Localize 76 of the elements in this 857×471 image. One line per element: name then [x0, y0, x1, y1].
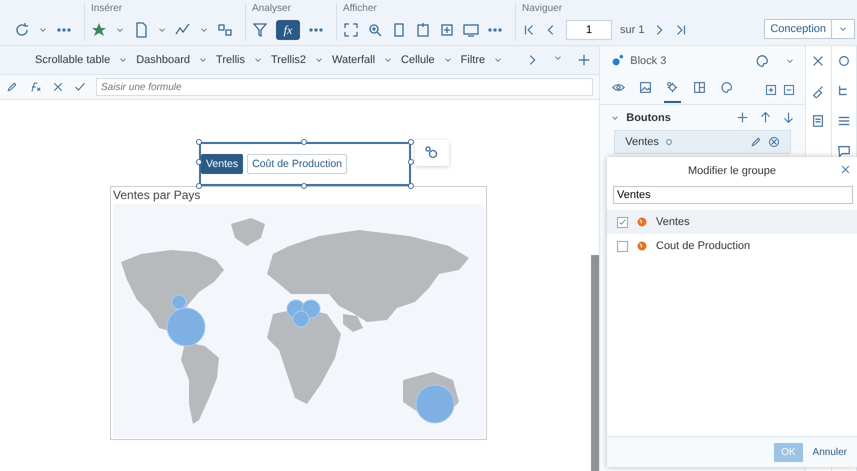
monitor-icon[interactable] — [463, 22, 479, 38]
checkbox[interactable] — [617, 216, 628, 228]
eye-icon — [612, 81, 626, 94]
group-label: Insérer — [91, 3, 124, 15]
map-title: Ventes par Pays — [112, 187, 202, 204]
remove-icon[interactable] — [768, 136, 780, 148]
mode-button[interactable]: Conception — [764, 19, 832, 39]
bubble-marker — [292, 310, 310, 328]
measure-button[interactable]: Coût de Production — [247, 154, 348, 174]
resize-handle[interactable] — [196, 139, 202, 145]
add-icon[interactable] — [736, 111, 749, 124]
check-icon[interactable] — [74, 81, 86, 93]
pencil-icon[interactable] — [6, 81, 18, 93]
search-field[interactable]: Ventes — [613, 186, 853, 204]
report-tab[interactable]: Waterfall — [332, 54, 376, 66]
formula-field[interactable]: Saisir une formule — [96, 78, 594, 96]
report-tab[interactable]: Trellis2 — [270, 54, 306, 66]
report-tab[interactable]: Dashboard — [136, 54, 190, 66]
down-arrow-icon[interactable] — [782, 111, 795, 124]
group-label: Naviguer — [522, 3, 564, 15]
refresh-icon[interactable] — [14, 22, 30, 38]
report-tab[interactable]: Scrollable table — [35, 54, 110, 66]
page-total: sur 1 — [620, 24, 644, 36]
pencil-icon[interactable] — [750, 136, 762, 148]
bubble-marker — [302, 300, 320, 318]
check-icon — [618, 218, 627, 226]
layout-icon — [693, 81, 706, 94]
gear-icon — [666, 81, 680, 94]
measure-button[interactable]: Ventes — [201, 154, 244, 174]
formula-toggle-button[interactable]: fx — [276, 20, 300, 40]
expand-all-icon[interactable] — [765, 84, 777, 96]
image-icon — [639, 81, 652, 94]
settings-button[interactable] — [415, 140, 449, 166]
page-add-icon[interactable] — [415, 22, 431, 38]
section-title: Boutons — [626, 112, 671, 124]
report-tab[interactable]: Cellule — [401, 54, 435, 66]
list-icon[interactable] — [836, 114, 851, 128]
insert-icon[interactable] — [439, 22, 455, 38]
filter-icon[interactable] — [252, 22, 268, 38]
zoom-icon[interactable] — [367, 22, 383, 38]
landmass-shape — [231, 218, 265, 246]
comment-icon[interactable] — [836, 144, 851, 158]
expand-icon[interactable] — [343, 22, 359, 38]
add-icon[interactable] — [577, 53, 592, 67]
page-field[interactable]: 1 — [566, 20, 612, 40]
star-icon[interactable] — [91, 22, 107, 38]
resize-handle[interactable] — [408, 183, 414, 189]
cells-icon[interactable] — [217, 22, 233, 38]
resize-handle[interactable] — [196, 183, 202, 189]
resize-handle[interactable] — [301, 183, 307, 189]
group-name: Ventes — [625, 136, 659, 148]
panel-title: Block 3 — [630, 55, 666, 67]
option-label: Cout de Production — [656, 240, 750, 252]
group-item[interactable]: Ventes — [614, 130, 791, 154]
report-tab[interactable]: Trellis — [216, 54, 245, 66]
checkbox[interactable] — [617, 240, 628, 252]
close-icon[interactable] — [52, 81, 64, 93]
cancel-button[interactable]: Annuler — [812, 446, 847, 458]
dialog-title: Modifier le groupe — [688, 164, 776, 176]
palette-icon — [720, 81, 734, 94]
notes-icon[interactable] — [811, 114, 826, 128]
option-label: Ventes — [656, 216, 690, 228]
report-tab[interactable]: Filtre — [460, 54, 486, 66]
group-label: Afficher — [343, 3, 378, 15]
resize-handle[interactable] — [196, 159, 202, 165]
bubble-marker — [416, 384, 454, 424]
scrollbar[interactable] — [591, 255, 600, 471]
collapse-all-icon[interactable] — [783, 84, 795, 96]
resize-handle[interactable] — [301, 139, 307, 145]
palette-icon[interactable] — [755, 54, 769, 68]
brush-icon[interactable] — [811, 84, 826, 98]
up-arrow-icon[interactable] — [759, 111, 772, 124]
resize-handle[interactable] — [408, 159, 414, 165]
resize-handle[interactable] — [408, 139, 414, 145]
close-icon — [840, 164, 851, 175]
group-label: Analyser — [252, 3, 292, 15]
